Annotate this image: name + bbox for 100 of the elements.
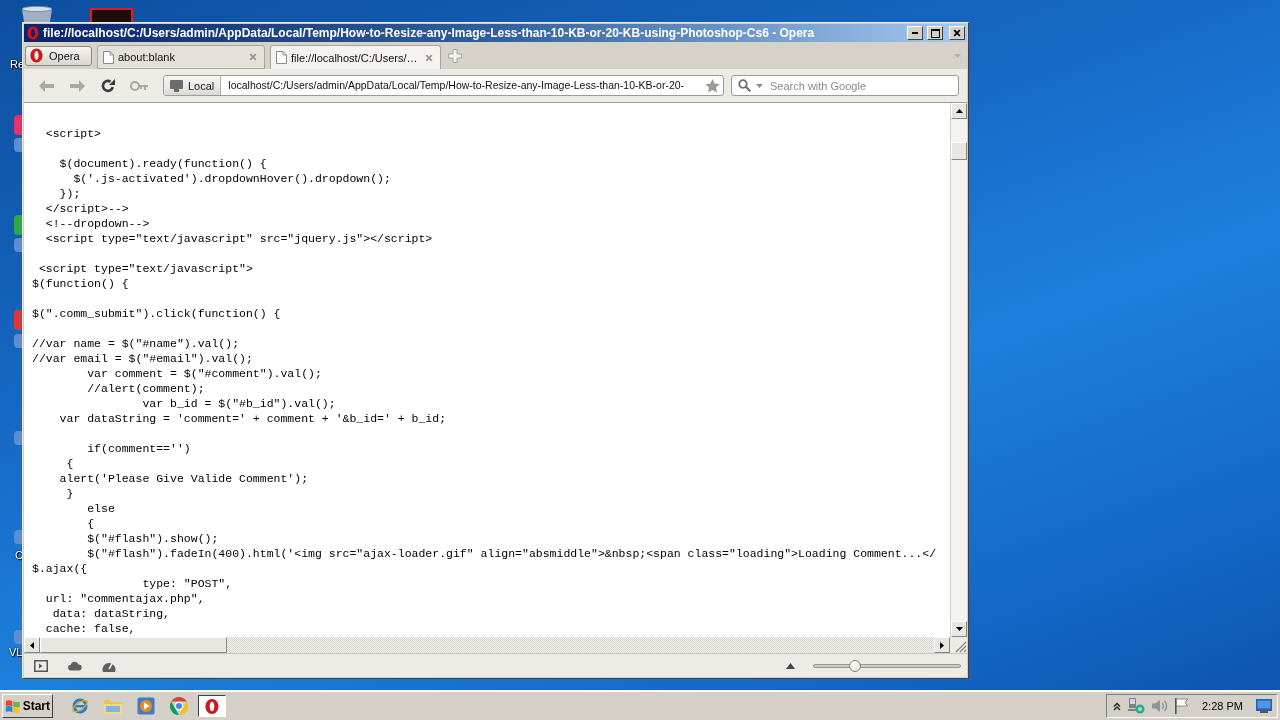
- scroll-left-button[interactable]: [24, 637, 40, 653]
- vertical-scrollbar[interactable]: [950, 103, 967, 637]
- scroll-down-button[interactable]: [951, 621, 967, 637]
- window-title: file://localhost/C:/Users/admin/AppData/Local/Temp/How-to-Resize-any-Image-Less-than-10-KB-or-20-KB-using-Photoshop-Cs6 - Opera: [43, 26, 816, 40]
- code-line: <!--dropdown-->: [44, 216, 150, 231]
- monitor-icon: [1255, 699, 1272, 713]
- recycle-bin-icon[interactable]: [20, 6, 54, 22]
- code-line: $(".comm_submit").click(function() {: [32, 306, 281, 321]
- volume-button[interactable]: [1152, 697, 1168, 715]
- close-icon: [425, 53, 433, 62]
- code-line: type: "POST",: [141, 576, 233, 591]
- code-line: var comment = $("#comment").val();: [86, 366, 322, 381]
- new-tab-button[interactable]: [446, 46, 464, 65]
- code-line: {: [65, 456, 74, 471]
- left-arrow-icon: [30, 641, 34, 649]
- search-field[interactable]: Search with Google: [731, 75, 959, 96]
- code-line: $.ajax({: [32, 561, 88, 576]
- resize-grip-icon: [955, 641, 967, 653]
- scroll-right-button[interactable]: [934, 637, 950, 653]
- tab[interactable]: file://localhost/C:/Users/…: [270, 45, 441, 69]
- o-logo-icon: [30, 48, 43, 63]
- tab[interactable]: about:blank: [97, 45, 265, 69]
- minimize-button[interactable]: [907, 26, 923, 40]
- o-logo-icon: [27, 26, 39, 40]
- desktop-icon-label: C: [15, 549, 23, 562]
- letter-e-icon: [71, 697, 89, 715]
- start-button[interactable]: Start: [2, 694, 53, 718]
- code-line: {: [86, 516, 95, 531]
- reload-icon: [101, 78, 115, 93]
- address-bar[interactable]: Local localhost/C:/Users/admin/AppData/Local/Temp/How-to-Resize-any-Image-Less-than-10-KB-or-20-: [163, 75, 724, 96]
- network-button[interactable]: [1128, 697, 1145, 715]
- search-icon: [738, 79, 751, 92]
- desktop-icon-label: VL: [9, 646, 23, 659]
- page-icon: [276, 51, 287, 64]
- ring-logo-icon: [170, 697, 188, 715]
- code-line: <script type="text/javascript">: [37, 261, 253, 276]
- code-line: if(comment==''): [86, 441, 191, 456]
- caret-icon: [953, 53, 961, 58]
- right-arrow-icon: [940, 641, 944, 649]
- close-icon: [249, 53, 257, 61]
- slider-thumb[interactable]: [848, 659, 861, 672]
- code-line: }: [65, 486, 74, 501]
- code-line: </script>-->: [44, 201, 129, 216]
- code-line: else: [86, 501, 115, 516]
- page-icon: [103, 50, 114, 64]
- caret-icon: [756, 83, 763, 88]
- search-input[interactable]: Search with Google: [768, 77, 958, 94]
- plus-icon: [448, 48, 462, 63]
- code-line: $(function() {: [32, 276, 129, 291]
- up-triangle-icon: [785, 662, 795, 669]
- code-line: var dataString = 'comment=' + comment + '&b_id=' + b_id;: [58, 411, 447, 426]
- scrollbar-thumb[interactable]: [40, 637, 227, 653]
- menu-button[interactable]: Opera: [25, 45, 92, 66]
- site-badge[interactable]: Local: [164, 76, 222, 95]
- speaker-icon: [1152, 699, 1168, 713]
- monitor-icon: [170, 79, 183, 92]
- close-icon: [953, 29, 961, 37]
- desktop-icon[interactable]: [14, 115, 22, 135]
- taskbar-app-button[interactable]: [198, 695, 226, 717]
- code-line: $(document).ready(function() {: [58, 156, 267, 171]
- code-line: });: [58, 186, 81, 201]
- desktop-icon[interactable]: [14, 138, 22, 152]
- maximize-icon: [930, 28, 940, 38]
- desktop-icon[interactable]: [14, 215, 22, 235]
- back-arrow-icon: [38, 79, 54, 92]
- horizontal-scrollbar[interactable]: [24, 637, 967, 653]
- play-icon: [137, 697, 155, 715]
- code-line: cache: false,: [44, 621, 136, 636]
- action-center-button[interactable]: [1175, 697, 1189, 715]
- flag-icon: [1175, 698, 1189, 714]
- code-line: alert('Please Give Valide Comment');: [58, 471, 309, 486]
- close-button[interactable]: [949, 26, 965, 40]
- code-line: <script type="text/javascript" src="jquery.js"></script>: [44, 231, 433, 246]
- windows-flag-icon: [5, 698, 21, 714]
- o-logo-icon: [205, 697, 219, 715]
- down-arrow-icon: [955, 627, 963, 631]
- scroll-up-button[interactable]: [951, 103, 967, 119]
- code-line: var b_id = $("#b_id").val();: [141, 396, 336, 411]
- folder-icon: [104, 698, 122, 714]
- code-line: data: dataString,: [51, 606, 171, 621]
- code-line: $("#flash").fadeIn(400).html('<img src="ajax-loader.gif" align="absmiddle">&nbsp;<span class="loading">Loading Comment...</: [86, 546, 937, 561]
- up-arrow-icon: [955, 109, 963, 113]
- code-line: $("#flash").show();: [86, 531, 219, 546]
- clock[interactable]: 2:28 PM: [1202, 700, 1243, 712]
- key-icon: [130, 80, 148, 91]
- maximize-button[interactable]: [927, 26, 943, 40]
- address-field[interactable]: localhost/C:/Users/admin/AppData/Local/Temp/How-to-Resize-any-Image-Less-than-10-KB-or-20-: [221, 76, 705, 95]
- close-tab-button[interactable]: [247, 51, 259, 63]
- code-line: $('.js-activated').dropdownHover().dropdown();: [72, 171, 391, 186]
- desktop-icon[interactable]: [90, 8, 133, 22]
- star-icon: [705, 78, 720, 93]
- minimize-icon: [912, 32, 918, 34]
- code-line: //var name = $("#name").val();: [32, 336, 240, 351]
- scrollbar-thumb[interactable]: [951, 142, 967, 160]
- panel-icon: [34, 659, 48, 672]
- code-line: //var email = $("#email").val();: [32, 351, 253, 366]
- panel-toggle-button[interactable]: [34, 658, 48, 673]
- show-desktop-button[interactable]: [1255, 697, 1272, 715]
- code-line: //alert(comment);: [86, 381, 205, 396]
- code-line: <script>: [44, 126, 101, 141]
